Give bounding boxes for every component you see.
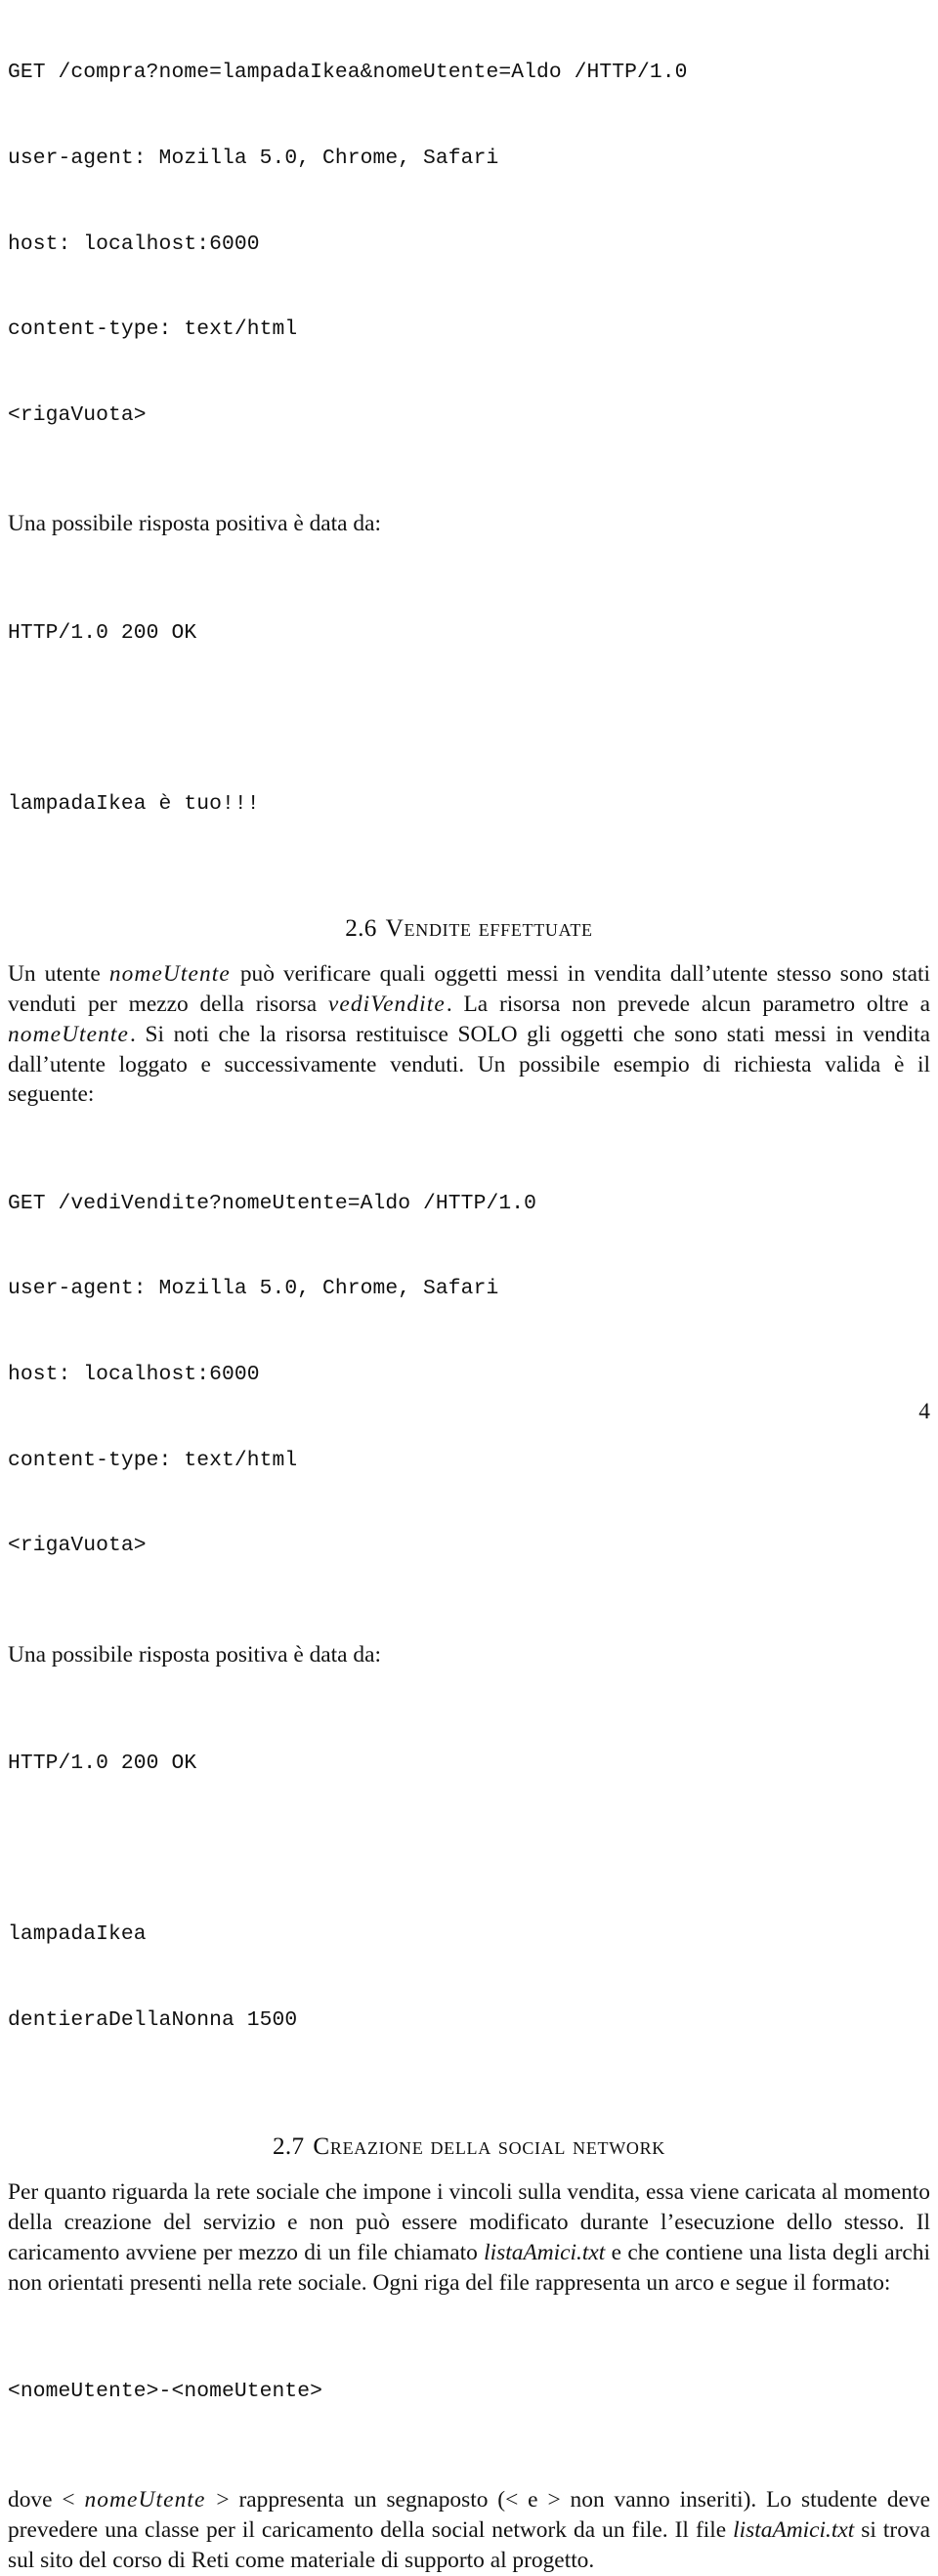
identifier-nomeutente: nomeUtente [84,2487,206,2513]
section-number: 2.7 [272,2133,305,2161]
page-content: GET /compra?nome=lampadaIkea&nomeUtente=… [8,2,930,2576]
text-run: . Si noti che la risorsa restituisce SOL… [8,1021,930,1108]
code-line: host: localhost:6000 [8,1362,260,1386]
code-line: HTTP/1.0 200 OK [8,620,197,645]
section-title: Vendite effettuate [385,915,593,943]
paragraph-2-6: Un utente nomeUtente può verificare qual… [8,959,930,1110]
text-run: dove < [8,2487,85,2513]
intro-response-text-1: Una possibile risposta positiva è data d… [8,511,381,537]
code-block-response-vedivendite-body: lampadaIkea dentieraDellaNonna 1500 [8,1864,930,2092]
code-line: lampadaIkea è tuo!!! [8,791,260,816]
code-line: content-type: text/html [8,317,298,342]
document-page: GET /compra?nome=lampadaIkea&nomeUtente=… [0,0,938,2573]
text-run: Un utente [8,961,109,988]
code-line: <nomeUtente>-<nomeUtente> [8,2379,323,2403]
section-number: 2.6 [345,915,377,943]
page-number: 4 [918,1399,930,1424]
filename-listaamici: listaAmici.txt [484,2239,606,2265]
code-line: user-agent: Mozilla 5.0, Chrome, Safari [8,147,499,171]
code-block-request-compra: GET /compra?nome=lampadaIkea&nomeUtente=… [8,2,930,486]
paragraph-2-7-second: dove < nomeUtente > rappresenta un segna… [8,2485,930,2575]
code-line: host: localhost:6000 [8,232,260,256]
code-line: user-agent: Mozilla 5.0, Chrome, Safari [8,1277,499,1301]
code-block-response-compra-body: lampadaIkea è tuo!!! [8,733,930,875]
code-line: GET /compra?nome=lampadaIkea&nomeUtente=… [8,61,688,85]
intro-response-text-2: Una possibile risposta positiva è data d… [8,1641,381,1668]
code-line: HTTP/1.0 200 OK [8,1751,197,1775]
code-block-arc-format: <nomeUtente>-<nomeUtente> [8,2320,930,2463]
paragraph-2-7-first: Per quanto riguarda la rete sociale che … [8,2177,930,2298]
text-run: . La risorsa non prevede alcun parametro… [446,992,930,1018]
identifier-vedivendite: vediVendite [327,992,446,1018]
section-heading-2-7: 2.7 Creazione della social network [8,2133,930,2162]
code-line: <rigaVuota> [8,402,147,427]
code-block-response-vedivendite-status: HTTP/1.0 200 OK [8,1693,930,1836]
section-title: Creazione della social network [313,2133,666,2161]
code-block-request-vedivendite: GET /vediVendite?nomeUtente=Aldo /HTTP/1… [8,1132,930,1617]
code-line: dentieraDellaNonna 1500 [8,2007,298,2032]
code-line: content-type: text/html [8,1448,298,1472]
identifier-nomeutente: nomeUtente [8,1021,130,1047]
section-heading-2-6: 2.6 Vendite effettuate [8,914,930,944]
filename-listaamici: listaAmici.txt [733,2517,855,2544]
code-line: <rigaVuota> [8,1534,147,1558]
code-block-response-compra-status: HTTP/1.0 200 OK [8,562,930,704]
code-line: lampadaIkea [8,1921,147,1946]
identifier-nomeutente: nomeUtente [108,961,231,988]
code-line: GET /vediVendite?nomeUtente=Aldo /HTTP/1… [8,1191,536,1215]
